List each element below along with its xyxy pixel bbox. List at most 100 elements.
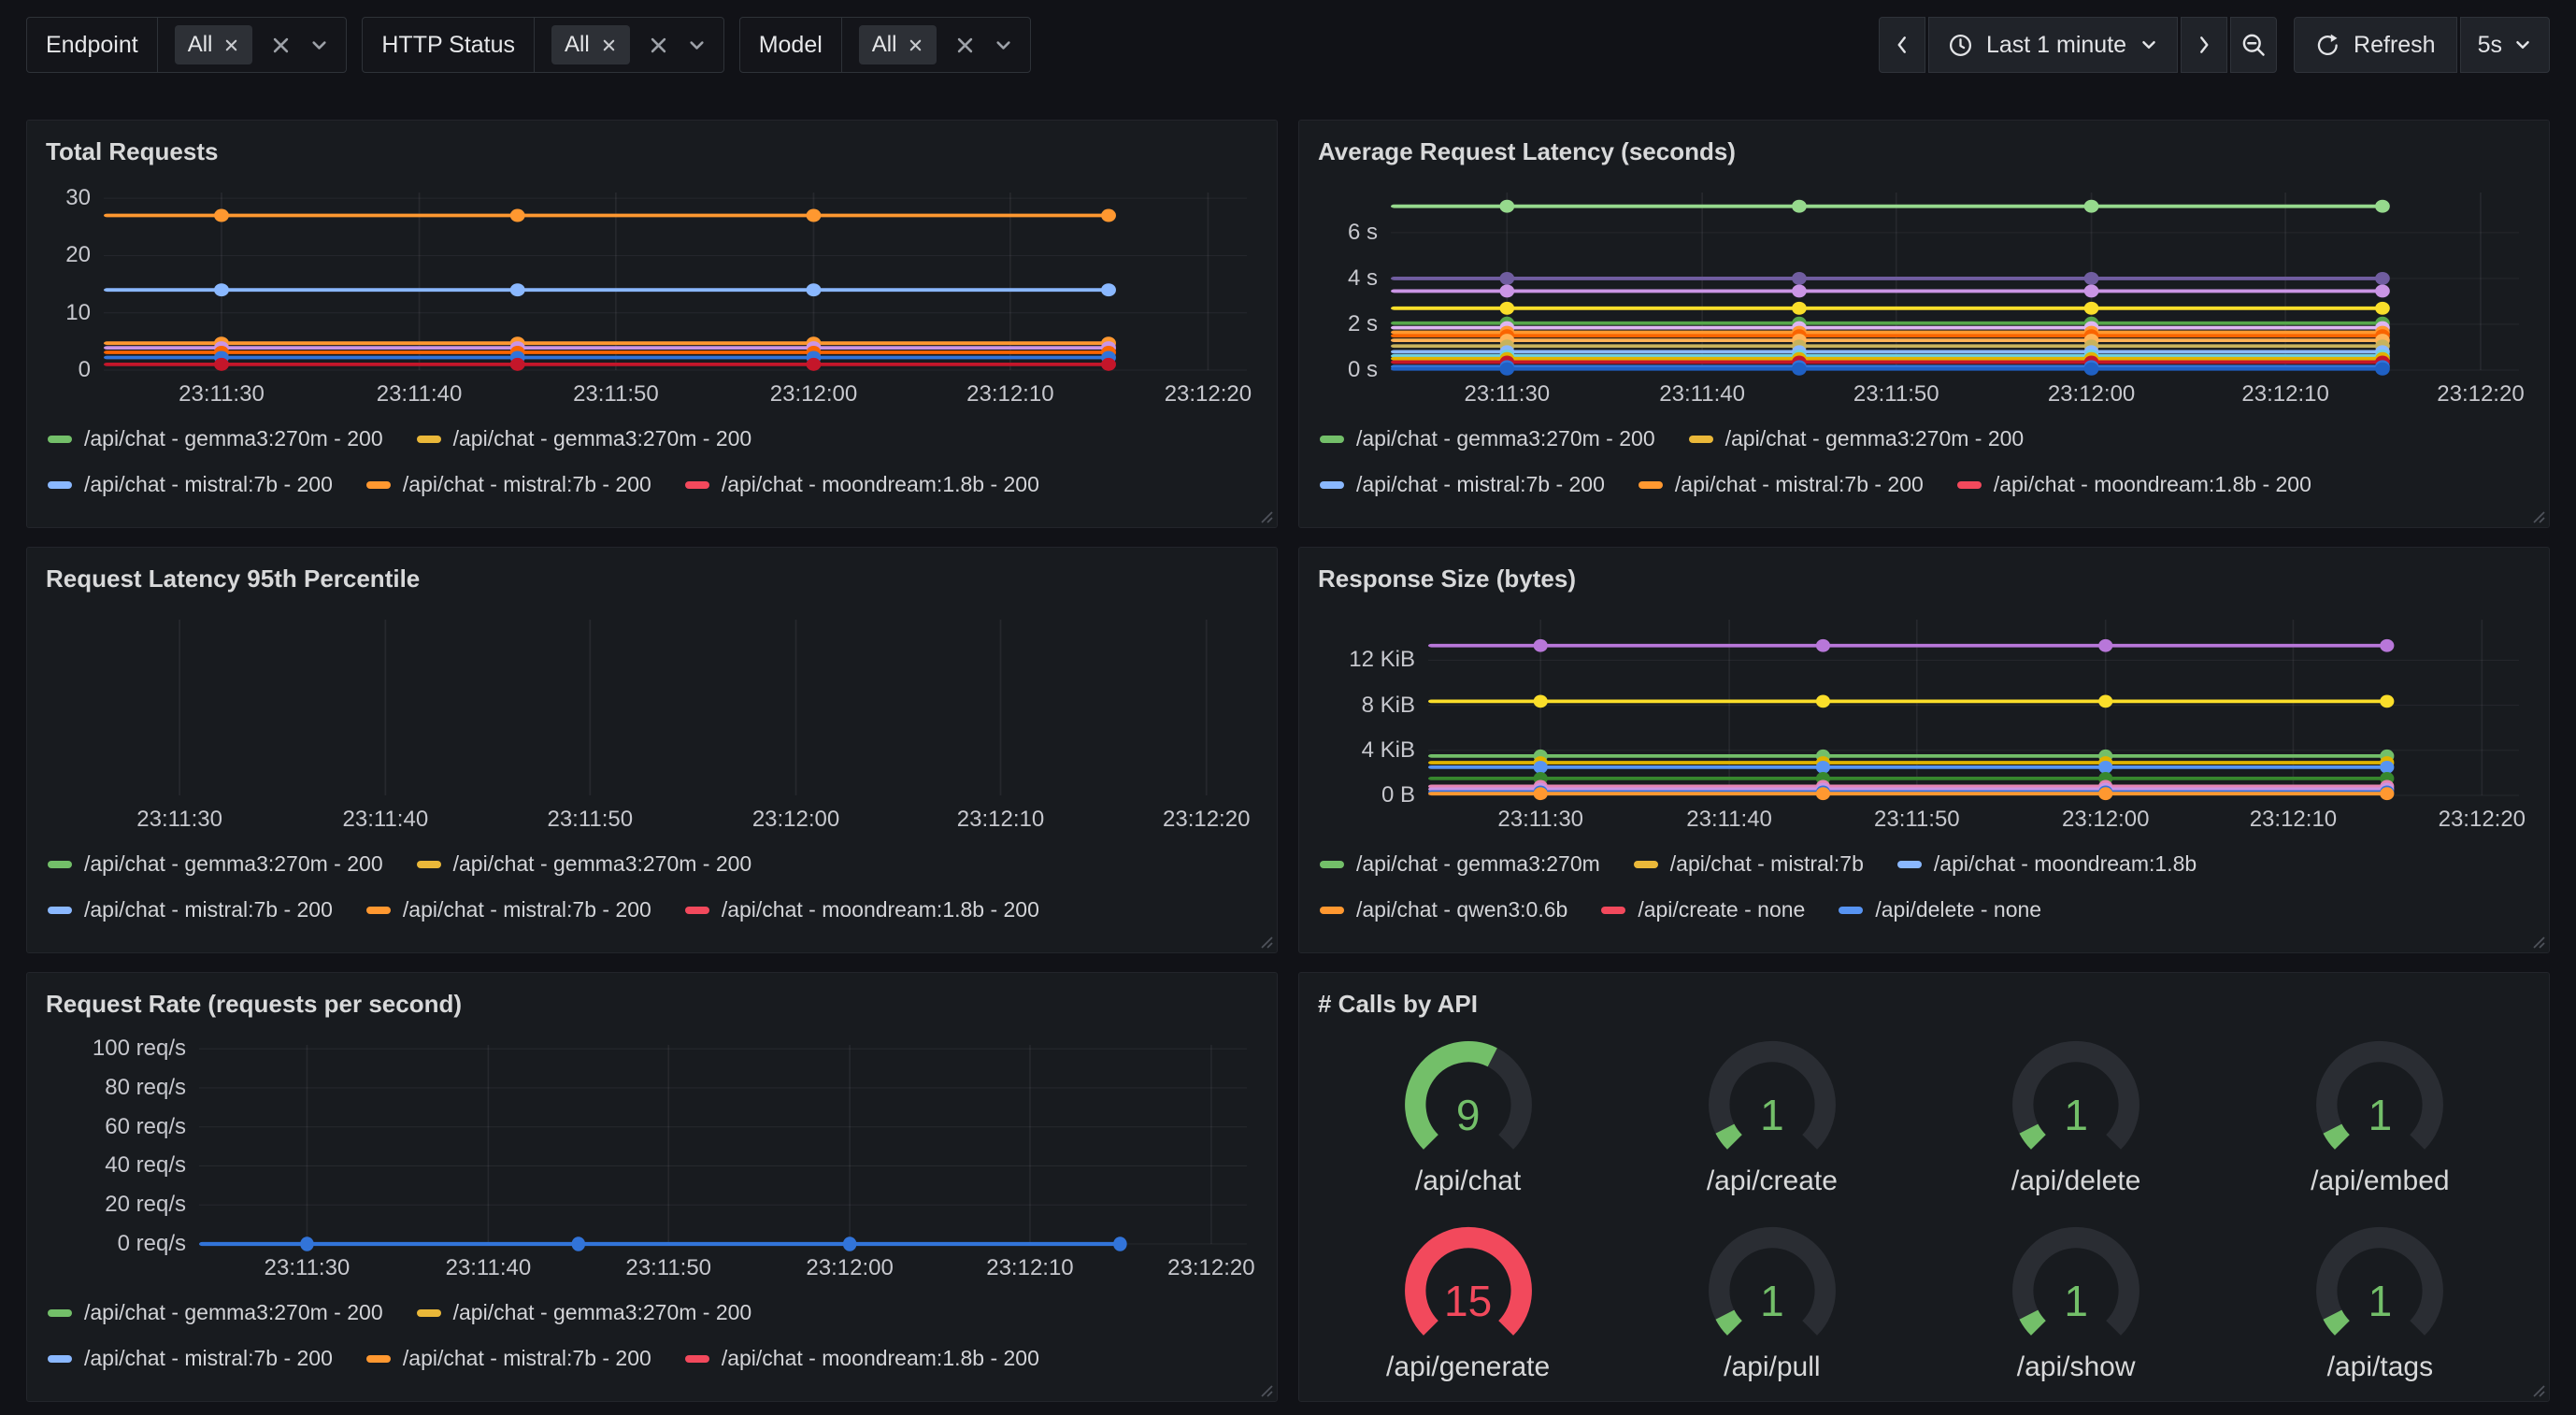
legend-entry[interactable]: /api/chat - qwen3:0.6b [1320, 897, 1567, 922]
chevron-down-icon [2513, 36, 2532, 54]
legend-entry[interactable]: /api/chat - moondream:1.8b - 200 [1957, 472, 2311, 497]
legend-series-label: /api/chat - mistral:7b - 200 [403, 1346, 651, 1371]
legend-entry[interactable]: /api/chat - gemma3:270m [1320, 851, 1600, 877]
legend-entry[interactable]: /api/chat - mistral:7b - 200 [48, 472, 333, 497]
clear-all-icon[interactable] [955, 36, 975, 55]
legend-entry[interactable]: /api/chat - gemma3:270m - 200 [48, 851, 383, 877]
legend-entry[interactable]: /api/chat - moondream:1.8b [1897, 851, 2197, 877]
legend-entry[interactable]: /api/chat - gemma3:270m - 200 [1320, 426, 1655, 451]
data-point [1499, 200, 1514, 213]
panel-resize-handle[interactable] [1259, 1383, 1273, 1397]
series-color-dash [417, 436, 441, 443]
legend-entry[interactable]: /api/chat - gemma3:270m - 200 [48, 1300, 383, 1325]
legend-entry[interactable]: /api/chat - gemma3:270m - 200 [417, 1300, 752, 1325]
legend-entry[interactable]: /api/chat - gemma3:270m - 200 [417, 426, 752, 451]
gauge: 1 [1692, 1029, 1853, 1167]
clear-all-icon[interactable] [271, 36, 291, 55]
x-axis-tick-label: 23:12:10 [2241, 381, 2328, 407]
panel-title[interactable]: Average Request Latency (seconds) [1316, 132, 2532, 168]
data-point [1792, 272, 1807, 285]
panel-request-rate: Request Rate (requests per second)0 req/… [26, 972, 1278, 1402]
data-point [2375, 272, 2390, 285]
plot-area[interactable] [104, 193, 1247, 370]
y-axis-tick-label: 20 req/s [105, 1192, 186, 1218]
legend-entry[interactable]: /api/chat - mistral:7b - 200 [366, 472, 651, 497]
zoom-out-button[interactable] [2230, 17, 2277, 73]
refresh-interval-dropdown[interactable]: 5s [2460, 17, 2550, 73]
data-point [807, 283, 822, 296]
x-axis-tick-label: 23:11:40 [343, 807, 429, 833]
legend-series-label: /api/chat - moondream:1.8b [1934, 851, 2197, 877]
gauge-value-arc [1724, 1129, 1734, 1142]
chevron-down-icon[interactable] [309, 36, 329, 55]
panel-resize-handle[interactable] [2531, 935, 2545, 949]
legend-entry[interactable]: /api/chat - mistral:7b - 200 [1320, 472, 1605, 497]
filter-selected-tag[interactable]: All [175, 25, 253, 64]
legend-series-label: /api/chat - mistral:7b - 200 [1356, 472, 1605, 497]
time-shift-forward-button[interactable] [2181, 17, 2227, 73]
chevron-down-icon[interactable] [687, 36, 707, 55]
legend-entry[interactable]: /api/chat - gemma3:270m - 200 [1689, 426, 2025, 451]
gauge: 9 [1388, 1029, 1549, 1167]
chevron-down-icon[interactable] [994, 36, 1013, 55]
legend: /api/chat - gemma3:270m - 200/api/chat -… [48, 851, 1260, 937]
chevron-right-icon [2197, 34, 2211, 56]
plot-area[interactable] [199, 1045, 1247, 1244]
plot-area[interactable] [1391, 193, 2519, 370]
legend-entry[interactable]: /api/delete - none [1839, 897, 2041, 922]
legend-entry[interactable]: /api/chat - mistral:7b [1634, 851, 1864, 877]
legend-entry[interactable]: /api/create - none [1601, 897, 1805, 922]
time-series-chart: 0 B4 KiB8 KiB12 KiB23:11:3023:11:4023:11… [1316, 595, 2532, 943]
gauge-value-arc [2029, 1314, 2039, 1327]
legend-entry[interactable]: /api/chat - gemma3:270m - 200 [417, 851, 752, 877]
close-icon[interactable] [908, 37, 923, 53]
filter-value-area[interactable]: All [158, 18, 347, 72]
gauge-value-arc [2333, 1314, 2342, 1327]
time-shift-back-button[interactable] [1879, 17, 1925, 73]
panel-title[interactable]: # Calls by API [1316, 984, 2532, 1021]
x-axis-tick-label: 23:12:00 [770, 381, 857, 407]
legend-entry[interactable]: /api/chat - mistral:7b - 200 [366, 1346, 651, 1371]
panel-resize-handle[interactable] [1259, 509, 1273, 523]
legend-entry[interactable]: /api/chat - moondream:1.8b - 200 [685, 897, 1039, 922]
legend-entry[interactable]: /api/chat - mistral:7b - 200 [1639, 472, 1924, 497]
y-axis-tick-label: 80 req/s [105, 1075, 186, 1101]
panel-title[interactable]: Request Rate (requests per second) [44, 984, 1260, 1021]
filter-selected-tag[interactable]: All [859, 25, 937, 64]
series-color-dash [48, 1309, 72, 1317]
series-color-dash [685, 1355, 709, 1363]
x-axis-tick-label: 23:12:20 [2437, 381, 2524, 407]
legend-entry[interactable]: /api/chat - mistral:7b - 200 [366, 897, 651, 922]
x-axis-tick-label: 23:12:10 [957, 807, 1044, 833]
filter-model: Model All [739, 17, 1032, 73]
gauge-value-arc [1724, 1314, 1734, 1327]
filter-value-area[interactable]: All [535, 18, 723, 72]
close-icon[interactable] [223, 37, 239, 53]
x-axis-tick-label: 23:12:10 [986, 1255, 1073, 1281]
data-point [2084, 272, 2099, 285]
x-axis-tick-label: 23:12:00 [806, 1255, 893, 1281]
refresh-button[interactable]: Refresh [2294, 17, 2457, 73]
legend-entry[interactable]: /api/chat - moondream:1.8b - 200 [685, 1346, 1039, 1371]
x-axis-tick-label: 23:12:00 [2048, 381, 2135, 407]
panel-title[interactable]: Total Requests [44, 132, 1260, 168]
legend-entry[interactable]: /api/chat - mistral:7b - 200 [48, 897, 333, 922]
panel-resize-handle[interactable] [2531, 1383, 2545, 1397]
panel-resize-handle[interactable] [1259, 935, 1273, 949]
x-axis-tick-label: 23:12:20 [2439, 807, 2526, 833]
legend-entry[interactable]: /api/chat - gemma3:270m - 200 [48, 426, 383, 451]
x-axis: 23:11:3023:11:4023:11:5023:12:0023:12:10… [57, 795, 1247, 835]
plot-area[interactable] [57, 620, 1247, 795]
panel-title[interactable]: Response Size (bytes) [1316, 559, 2532, 595]
panel-title[interactable]: Request Latency 95th Percentile [44, 559, 1260, 595]
plot-area[interactable] [1428, 620, 2519, 795]
panel-resize-handle[interactable] [2531, 509, 2545, 523]
time-range-button[interactable]: Last 1 minute [1928, 17, 2178, 73]
close-icon[interactable] [601, 37, 617, 53]
data-point [1101, 358, 1116, 371]
legend-entry[interactable]: /api/chat - moondream:1.8b - 200 [685, 472, 1039, 497]
filter-value-area[interactable]: All [842, 18, 1031, 72]
legend-entry[interactable]: /api/chat - mistral:7b - 200 [48, 1346, 333, 1371]
clear-all-icon[interactable] [649, 36, 668, 55]
filter-selected-tag[interactable]: All [551, 25, 630, 64]
